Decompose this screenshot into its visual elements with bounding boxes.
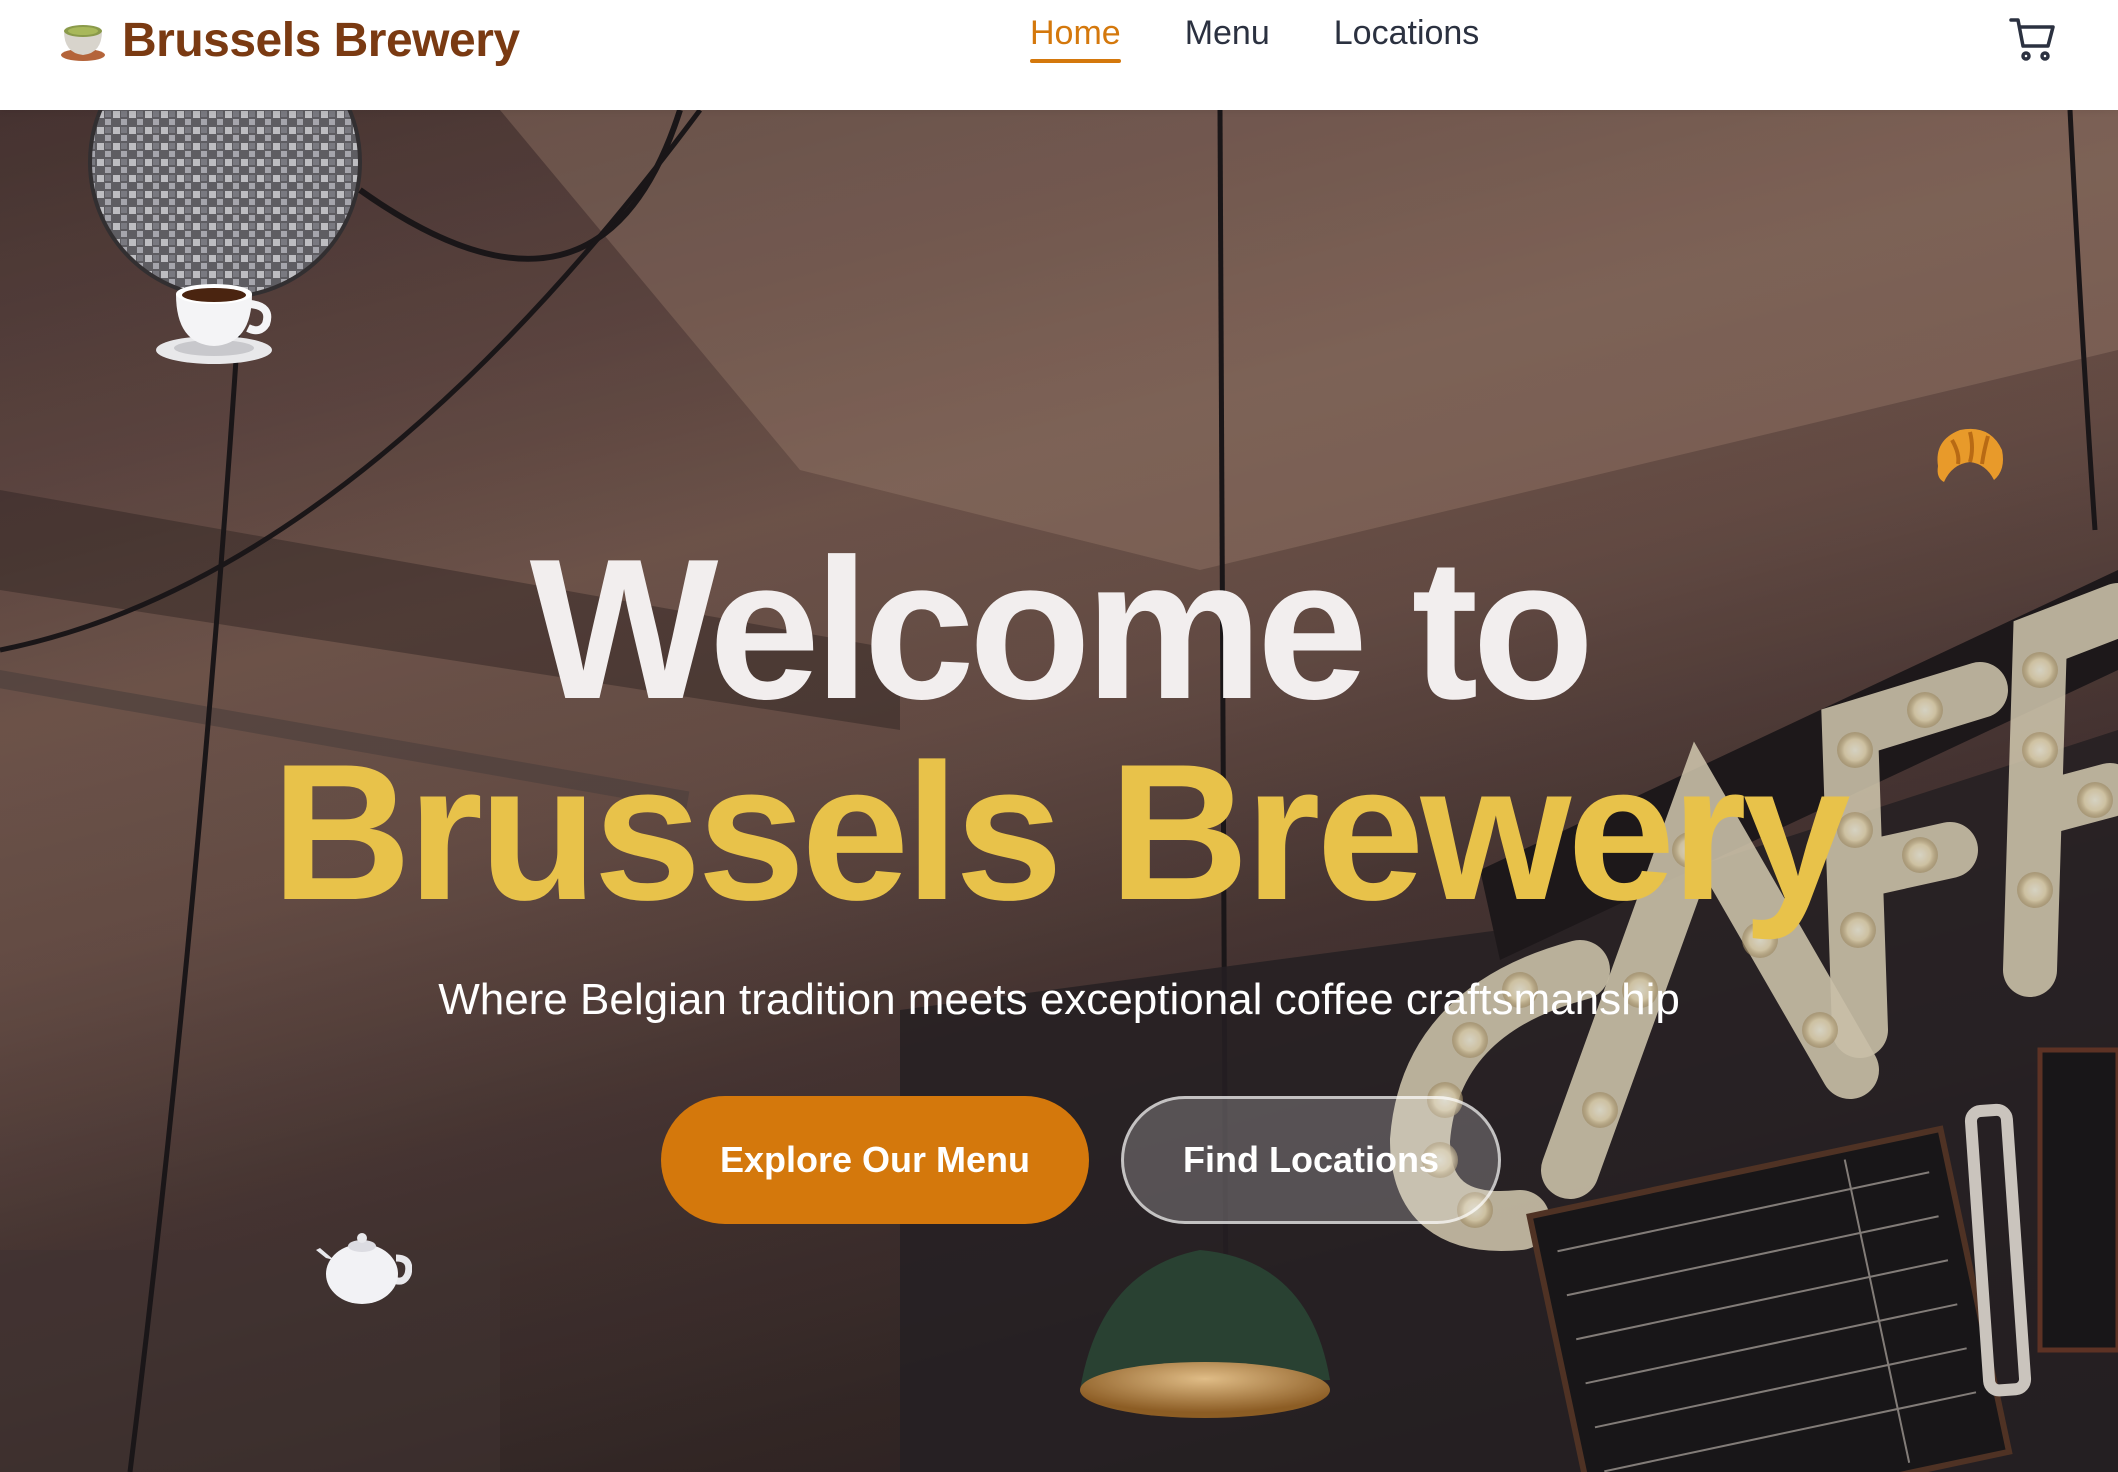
- hero-subtitle: Where Belgian tradition meets exceptiona…: [438, 975, 1680, 1024]
- brand-name: Brussels Brewery: [122, 13, 520, 67]
- teapot-icon: [316, 1228, 413, 1313]
- hero-title-welcome: Welcome to: [529, 518, 1595, 741]
- nav-home[interactable]: Home: [1030, 14, 1121, 63]
- croissant-icon: [1930, 420, 2008, 495]
- explore-menu-button[interactable]: Explore Our Menu: [661, 1096, 1089, 1224]
- nav-menu[interactable]: Menu: [1185, 14, 1270, 63]
- site-header: Brussels Brewery Home Menu Locations: [0, 0, 2118, 110]
- coffee-cup-icon: [154, 270, 274, 375]
- teacup-icon: [58, 15, 108, 65]
- find-locations-button[interactable]: Find Locations: [1121, 1096, 1501, 1224]
- hero-title-brand: Brussels Brewery: [271, 724, 1850, 941]
- main-nav: Home Menu Locations: [1030, 14, 1479, 63]
- hero-section: Welcome to Brussels Brewery Where Belgia…: [0, 110, 2118, 1472]
- brand-logo[interactable]: Brussels Brewery: [58, 12, 520, 68]
- cart-icon[interactable]: [2008, 14, 2058, 64]
- nav-locations[interactable]: Locations: [1334, 14, 1480, 63]
